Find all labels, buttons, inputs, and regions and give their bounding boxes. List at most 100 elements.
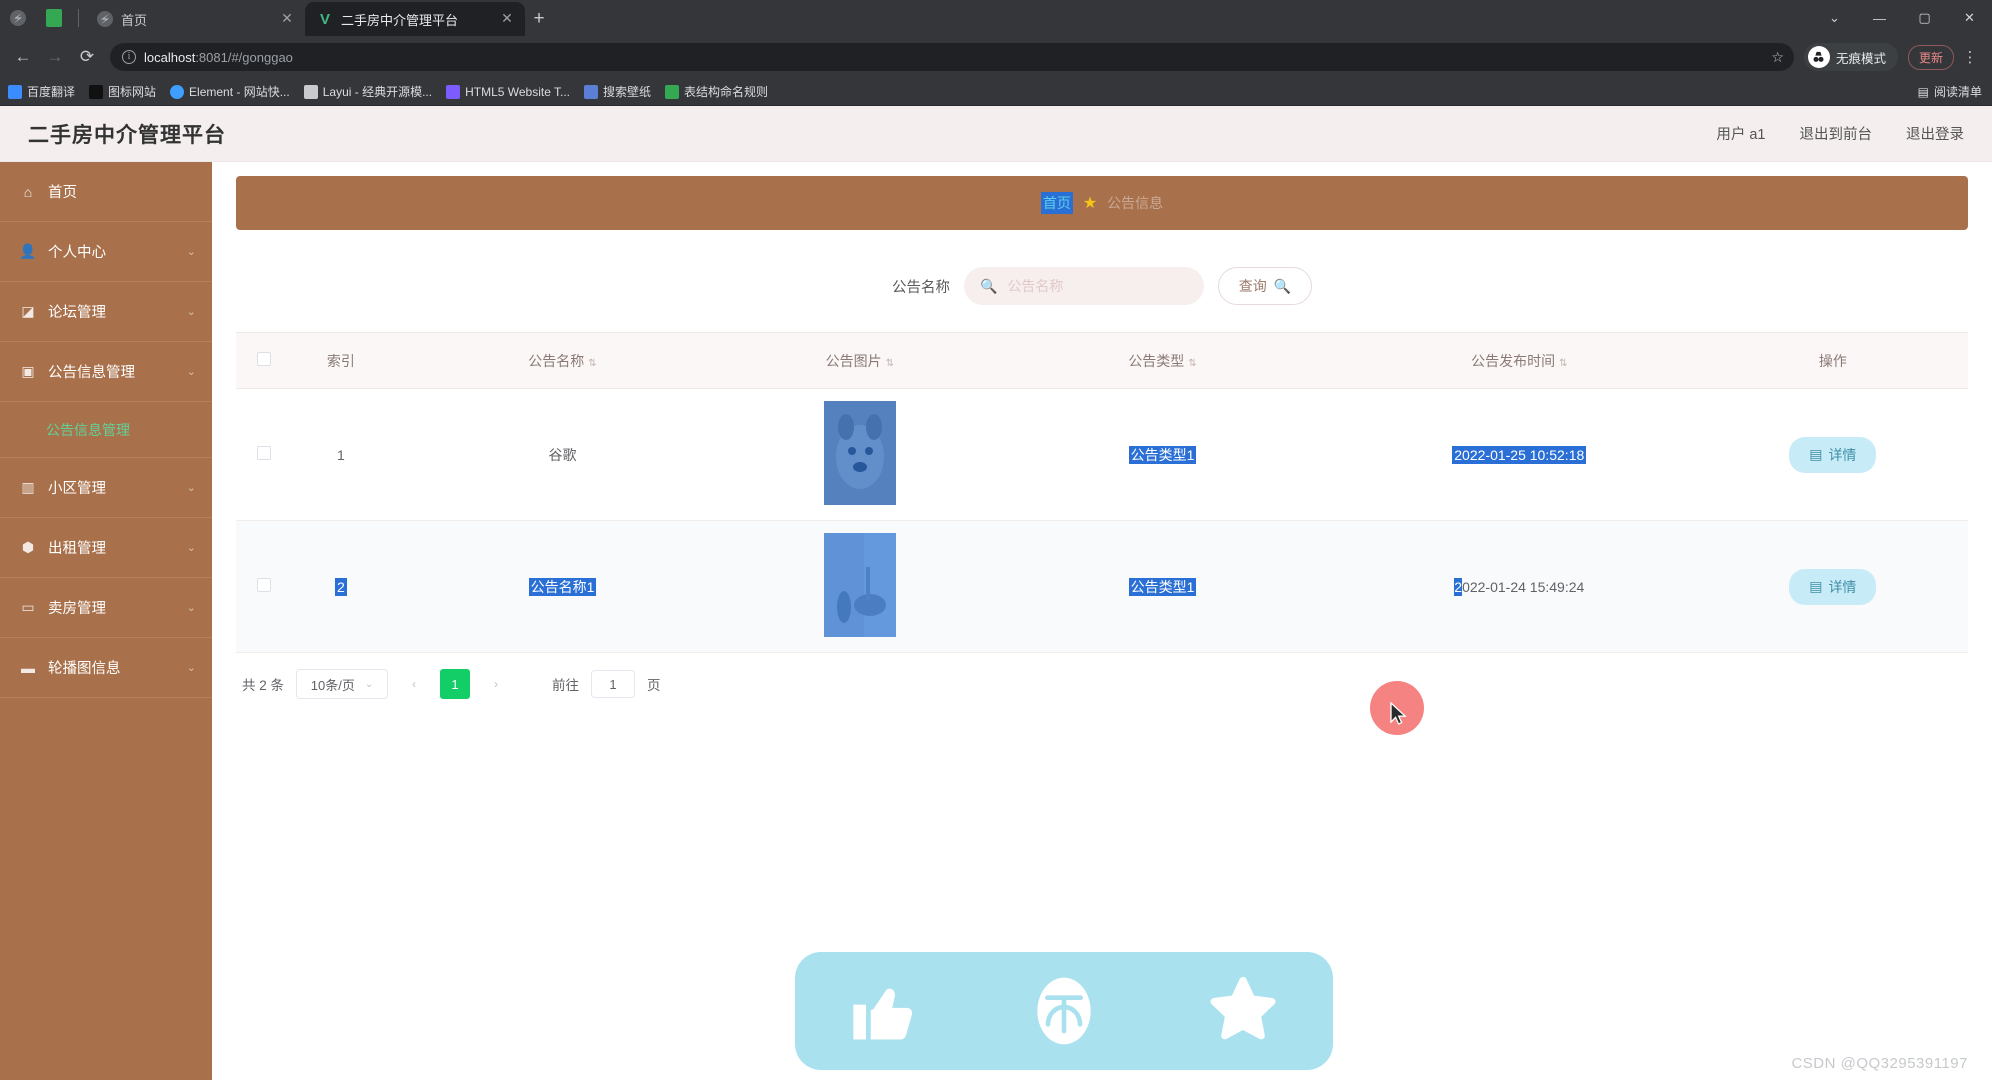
carousel-icon: ▬ xyxy=(21,659,35,676)
sidebar-item-rent[interactable]: ⬢ 出租管理 ⌄ xyxy=(0,518,212,578)
close-icon[interactable]: ✕ xyxy=(279,11,295,27)
bookmark-item[interactable]: Element - 网站快... xyxy=(170,83,290,100)
thumbs-up-icon[interactable] xyxy=(843,969,927,1053)
bookmark-label: Element - 网站快... xyxy=(189,85,290,99)
search-input[interactable]: 🔍 公告名称 xyxy=(964,267,1204,305)
bookmark-item[interactable]: HTML5 Website T... xyxy=(446,84,571,99)
sidebar-item-carousel[interactable]: ▬ 轮播图信息 ⌄ xyxy=(0,638,212,698)
update-button[interactable]: 更新 xyxy=(1907,44,1954,70)
row-checkbox-cell[interactable] xyxy=(236,388,293,521)
sort-icon[interactable]: ⇅ xyxy=(1559,358,1567,369)
chevron-down-icon: ⌄ xyxy=(186,662,196,674)
sidebar-item-label: 公告信息管理 xyxy=(48,365,135,381)
sort-icon[interactable]: ⇅ xyxy=(588,358,596,369)
sidebar-item-sell[interactable]: ▭ 卖房管理 ⌄ xyxy=(0,578,212,638)
document-icon: ▤ xyxy=(1809,578,1823,594)
chevron-down-icon: ⌄ xyxy=(186,602,196,614)
column-time[interactable]: 公告发布时间 ⇅ xyxy=(1340,332,1698,389)
incognito-badge[interactable]: 无痕模式 xyxy=(1803,43,1898,71)
column-name[interactable]: 公告名称 ⇅ xyxy=(389,332,736,389)
sidebar-subitem-announcement-manage[interactable]: 公告信息管理 xyxy=(0,402,212,458)
page-size-select[interactable]: 10条/页 ⌄ xyxy=(296,669,389,699)
chevron-down-icon: ⌄ xyxy=(186,246,196,258)
breadcrumb-home-link[interactable]: 首页 xyxy=(1040,192,1073,214)
rent-icon: ⬢ xyxy=(21,539,35,555)
detail-button[interactable]: ▤ 详情 xyxy=(1789,436,1877,473)
bookmark-item[interactable]: 百度翻译 xyxy=(8,83,75,100)
bookmark-star-icon[interactable]: ☆ xyxy=(1771,49,1784,66)
sidebar-item-label: 小区管理 xyxy=(48,481,106,497)
chevron-down-icon: ⌄ xyxy=(186,542,196,554)
browser-tab-2[interactable]: V 二手房中介管理平台 ✕ xyxy=(305,2,525,36)
row-checkbox[interactable] xyxy=(257,446,272,460)
sidebar-item-home[interactable]: ⌂ 首页 xyxy=(0,162,212,222)
info-icon[interactable]: i xyxy=(122,50,136,64)
announcement-thumbnail[interactable] xyxy=(823,533,896,637)
maximize-icon[interactable]: ▢ xyxy=(1902,0,1947,36)
mouse-cursor xyxy=(1390,702,1407,725)
bookmark-item[interactable]: 图标网站 xyxy=(89,83,156,100)
exit-to-frontend-link[interactable]: 退出到前台 xyxy=(1800,123,1873,144)
sort-icon[interactable]: ⇅ xyxy=(886,358,894,369)
next-page-button[interactable]: › xyxy=(482,670,510,698)
bookmark-item[interactable]: 表结构命名规则 xyxy=(665,83,768,100)
star-icon[interactable] xyxy=(1201,969,1285,1053)
bookmark-label: 图标网站 xyxy=(108,85,157,99)
bookmark-item[interactable]: 搜索壁纸 xyxy=(584,83,651,100)
reading-list-button[interactable]: ▤ 阅读清单 xyxy=(1918,83,1982,100)
bookmark-item[interactable]: Layui - 经典开源模... xyxy=(303,83,432,100)
cell-image xyxy=(735,388,985,521)
bookmarks-bar: 百度翻译 图标网站 Element - 网站快... Layui - 经典开源模… xyxy=(0,78,1992,106)
table-row[interactable]: 1 谷歌 公告类型1 2022-01-25 10:52:18 ▤ 详情 xyxy=(236,388,1968,521)
bookmark-label: HTML5 Website T... xyxy=(465,84,571,99)
chevron-down-icon[interactable]: ⌄ xyxy=(1812,0,1857,36)
tab-strip: 首页 ✕ V 二手房中介管理平台 ✕ + ⌄ — ▢ ✕ xyxy=(0,0,1992,36)
total-count-label: 共 2 条 xyxy=(242,678,285,693)
bookmark-favicon-icon xyxy=(446,84,461,99)
incognito-label: 无痕模式 xyxy=(1835,51,1886,66)
query-button[interactable]: 查询 🔍 xyxy=(1218,267,1312,305)
browser-tab-1[interactable]: 首页 ✕ xyxy=(85,2,305,36)
page-number-1[interactable]: 1 xyxy=(440,669,471,699)
incognito-icon xyxy=(1807,46,1830,68)
sidebar-item-announcement[interactable]: ▣ 公告信息管理 ⌄ xyxy=(0,342,212,402)
building-icon: ▥ xyxy=(21,479,35,495)
select-all-checkbox[interactable] xyxy=(257,352,272,366)
floating-action-bar xyxy=(795,952,1333,1070)
chrome-app-icon xyxy=(0,0,36,36)
column-image[interactable]: 公告图片 ⇅ xyxy=(735,332,985,389)
sort-icon[interactable]: ⇅ xyxy=(1188,358,1196,369)
sidebar-item-label: 卖房管理 xyxy=(48,601,106,617)
close-window-icon[interactable]: ✕ xyxy=(1947,0,1992,36)
header-actions: 用户 a1 退出到前台 退出登录 xyxy=(1716,123,1964,144)
detail-button[interactable]: ▤ 详情 xyxy=(1789,568,1877,605)
document-icon: ▤ xyxy=(1809,446,1823,462)
search-icon: 🔍 xyxy=(980,277,998,294)
sidebar-item-forum[interactable]: ◪ 论坛管理 ⌄ xyxy=(0,282,212,342)
column-index: 索引 xyxy=(292,332,390,389)
app-header: 二手房中介管理平台 用户 a1 退出到前台 退出登录 xyxy=(0,106,1992,162)
row-checkbox[interactable] xyxy=(257,578,272,592)
table-row[interactable]: 2 公告名称1 公告类型1 2022-01-24 15:49:24 ▤ 详情 xyxy=(236,520,1968,653)
prev-page-button[interactable]: ‹ xyxy=(400,670,428,698)
column-type[interactable]: 公告类型 ⇅ xyxy=(984,332,1341,389)
reading-list-icon: ▤ xyxy=(1917,84,1929,99)
address-bar[interactable]: i localhost:8081/#/gonggao ☆ xyxy=(110,43,1794,71)
reload-icon[interactable]: ⟳ xyxy=(72,42,102,72)
close-icon[interactable]: ✕ xyxy=(499,11,515,27)
sidebar-item-label: 轮播图信息 xyxy=(48,661,121,677)
cell-image xyxy=(735,520,985,653)
minimize-icon[interactable]: — xyxy=(1857,0,1902,36)
not-icon[interactable] xyxy=(1022,969,1106,1053)
back-icon[interactable]: ← xyxy=(8,42,38,72)
announcement-thumbnail[interactable] xyxy=(823,401,896,505)
new-tab-button[interactable]: + xyxy=(525,5,553,33)
jump-page-input[interactable]: 1 xyxy=(591,670,636,698)
select-all-header[interactable] xyxy=(236,332,293,389)
sidebar-item-personal-center[interactable]: 👤 个人中心 ⌄ xyxy=(0,222,212,282)
forward-icon[interactable]: → xyxy=(40,42,70,72)
row-checkbox-cell[interactable] xyxy=(236,520,293,653)
chrome-menu-icon[interactable]: ⋮ xyxy=(1956,48,1984,66)
logout-link[interactable]: 退出登录 xyxy=(1906,123,1964,144)
sidebar-item-community[interactable]: ▥ 小区管理 ⌄ xyxy=(0,458,212,518)
